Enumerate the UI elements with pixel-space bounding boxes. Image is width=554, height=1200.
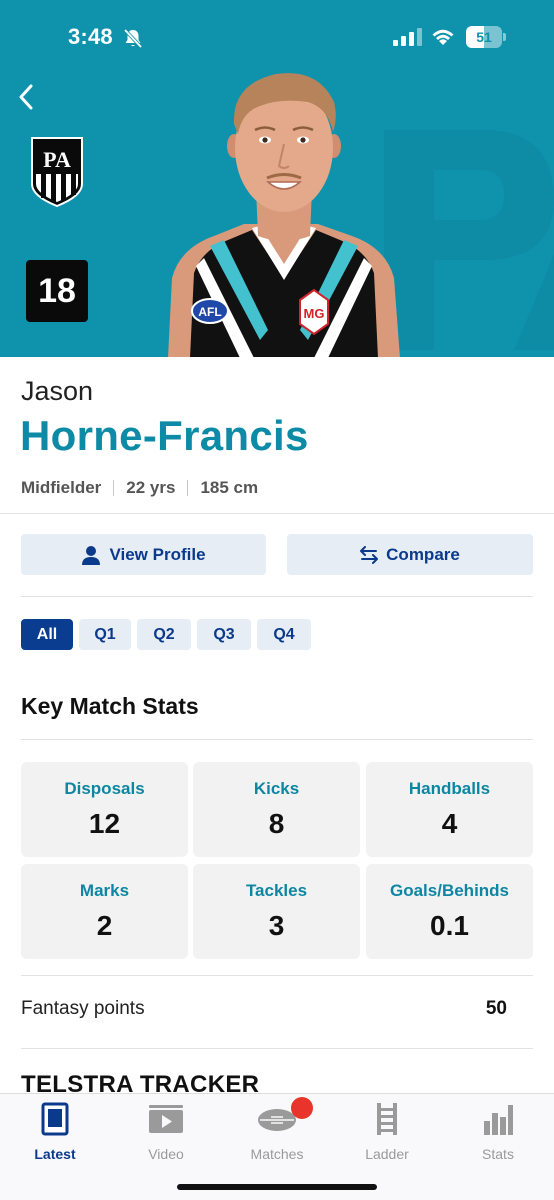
tab-q3[interactable]: Q3 — [197, 619, 251, 650]
player-first-name: Jason — [21, 376, 94, 406]
player-age: 22 yrs — [126, 478, 176, 497]
club-monogram: PA — [43, 147, 71, 172]
key-match-stats-heading: Key Match Stats — [21, 693, 199, 719]
cellular-signal-icon — [393, 28, 422, 46]
stat-card-marks: Marks 2 — [21, 864, 188, 959]
player-meta: Midfielder 22 yrs 185 cm — [21, 478, 258, 498]
fantasy-points-value: 50 — [485, 998, 507, 1019]
stat-label: Kicks — [253, 779, 300, 798]
meta-divider — [113, 480, 115, 496]
tab-label: Ladder — [365, 1146, 409, 1162]
tab-latest[interactable]: Latest — [0, 1102, 110, 1162]
stat-card-kicks: Kicks 8 — [193, 762, 360, 857]
player-last-name: Horne-Francis — [20, 412, 309, 459]
stat-label: Handballs — [408, 779, 491, 798]
stat-value: 0.1 — [430, 910, 469, 941]
wifi-icon — [432, 29, 454, 45]
silent-bell-icon — [123, 28, 143, 49]
tab-video[interactable]: Video — [111, 1102, 221, 1162]
bar-chart-icon — [484, 1105, 513, 1135]
tab-q4[interactable]: Q4 — [257, 619, 311, 650]
battery-indicator: 51 — [466, 26, 506, 48]
bottom-tab-bar: Latest Video Matches Ladder Stats — [0, 1093, 554, 1200]
meta-divider — [187, 480, 189, 496]
person-icon — [82, 545, 101, 565]
compare-label: Compare — [386, 544, 460, 564]
stat-card-disposals: Disposals 12 — [21, 762, 188, 857]
player-hero-banner: 3:48 51 PA 18 AFL MG — [0, 0, 554, 357]
tab-ladder[interactable]: Ladder — [332, 1102, 442, 1162]
status-bar: 3:48 51 — [0, 0, 554, 70]
sponsor-logo: MG — [304, 306, 325, 321]
battery-percentage: 51 — [476, 29, 492, 45]
stat-card-goals-behinds: Goals/Behinds 0.1 — [366, 864, 533, 959]
section-divider — [21, 975, 533, 976]
tab-matches[interactable]: Matches — [222, 1097, 332, 1162]
home-indicator — [177, 1184, 377, 1190]
stat-value: 3 — [268, 910, 285, 941]
stat-label: Goals/Behinds — [389, 881, 510, 900]
stat-value: 12 — [88, 808, 121, 839]
fantasy-points-label: Fantasy points — [21, 998, 145, 1019]
stat-label: Disposals — [64, 779, 145, 798]
stat-value: 4 — [441, 808, 458, 839]
afl-logo: AFL — [198, 305, 221, 319]
ladder-icon — [377, 1103, 397, 1135]
player-position: Midfielder — [21, 478, 102, 497]
tab-stats[interactable]: Stats — [443, 1102, 553, 1162]
tab-all[interactable]: All — [21, 619, 73, 650]
player-height: 185 cm — [200, 478, 259, 497]
view-profile-button[interactable]: View Profile — [21, 534, 266, 575]
view-profile-label: View Profile — [109, 544, 206, 564]
status-time: 3:48 — [68, 24, 113, 49]
tab-label: Stats — [482, 1146, 514, 1162]
section-divider — [21, 596, 533, 597]
swap-arrows-icon — [360, 545, 379, 564]
back-button[interactable] — [10, 80, 42, 114]
tab-q2[interactable]: Q2 — [137, 619, 191, 650]
video-icon — [149, 1105, 183, 1133]
tab-label: Video — [148, 1146, 184, 1162]
section-divider — [0, 513, 554, 514]
quarter-filter-tabs: All Q1 Q2 Q3 Q4 — [21, 619, 317, 650]
stat-value: 8 — [268, 808, 285, 839]
chevron-left-icon — [19, 84, 33, 110]
jersey-number-badge: 18 — [26, 260, 88, 322]
tab-q1[interactable]: Q1 — [79, 619, 131, 650]
stat-label: Marks — [79, 881, 130, 900]
key-stats-grid: Disposals 12 Kicks 8 Handballs 4 Marks 2… — [21, 762, 533, 959]
section-divider — [21, 739, 533, 740]
tab-label: Matches — [250, 1146, 304, 1162]
latest-icon — [41, 1102, 69, 1136]
compare-button[interactable]: Compare — [287, 534, 533, 575]
stat-card-tackles: Tackles 3 — [193, 864, 360, 959]
stat-card-handballs: Handballs 4 — [366, 762, 533, 857]
section-divider — [21, 1048, 533, 1049]
tab-label: Latest — [34, 1146, 76, 1162]
port-adelaide-logo: PA — [31, 137, 83, 208]
stat-label: Tackles — [245, 881, 308, 900]
stat-value: 2 — [96, 910, 113, 941]
player-photo: AFL MG — [168, 73, 400, 357]
notification-badge — [291, 1097, 313, 1119]
